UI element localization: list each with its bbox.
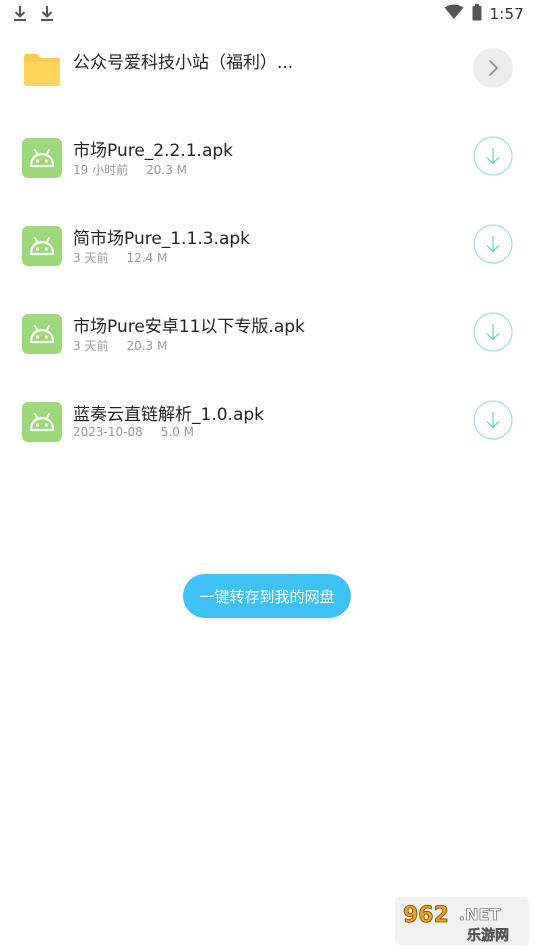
watermark-logo: 962 .NET 乐游网 [395,897,529,945]
file-row[interactable]: 市场Pure_2.2.1.apk 19 小时前 20.3 M [0,118,534,198]
file-time: 3 天前 [73,251,109,265]
svg-text:乐游网: 乐游网 [467,927,509,944]
file-row[interactable]: 简市场Pure_1.1.3.apk 3 天前 12.4 M [0,206,534,286]
svg-text:962: 962 [403,903,449,928]
android-icon [22,314,62,354]
battery-icon [472,3,482,25]
file-time: 2023-10-08 [73,425,143,439]
file-size: 5.0 M [160,425,195,439]
folder-row[interactable]: 公众号爱科技小站（福利）... [0,30,534,110]
file-size: 12.4 M [126,251,168,265]
chevron-right-icon[interactable] [473,48,513,88]
wifi-icon [444,4,464,24]
file-meta: 3 天前 12.4 M [73,249,167,266]
svg-text:.NET: .NET [459,905,500,924]
status-time: 1:57 [489,5,524,23]
file-size: 20.3 M [126,339,168,353]
status-bar: 1:57 [0,0,534,30]
android-icon [22,402,62,442]
android-icon [22,226,62,266]
download-icon [12,4,28,24]
download-circle-icon[interactable] [473,312,513,352]
file-time: 19 小时前 [73,163,129,177]
folder-icon [22,49,62,89]
file-size: 20.3 M [146,163,187,177]
download-circle-icon[interactable] [473,400,513,440]
save-to-drive-button[interactable]: 一键转存到我的网盘 [183,574,351,618]
folder-name: 公众号爱科技小站（福利）... [73,53,294,73]
file-row[interactable]: 蓝奏云直链解析_1.0.apk 2023-10-08 5.0 M [0,382,534,462]
file-row[interactable]: 市场Pure安卓11以下专版.apk 3 天前 20.3 M [0,294,534,374]
file-name: 市场Pure_2.2.1.apk [73,141,234,161]
file-name: 市场Pure安卓11以下专版.apk [73,317,305,337]
file-name: 蓝奏云直链解析_1.0.apk [73,405,264,425]
download-circle-icon[interactable] [473,136,513,176]
file-meta: 3 天前 20.3 M [73,337,167,354]
download-icon [39,4,55,24]
download-circle-icon[interactable] [473,224,513,264]
android-icon [22,138,62,178]
file-time: 3 天前 [73,339,109,353]
file-meta: 19 小时前 20.3 M [73,161,187,178]
file-meta: 2023-10-08 5.0 M [73,425,194,439]
file-name: 简市场Pure_1.1.3.apk [73,229,251,249]
